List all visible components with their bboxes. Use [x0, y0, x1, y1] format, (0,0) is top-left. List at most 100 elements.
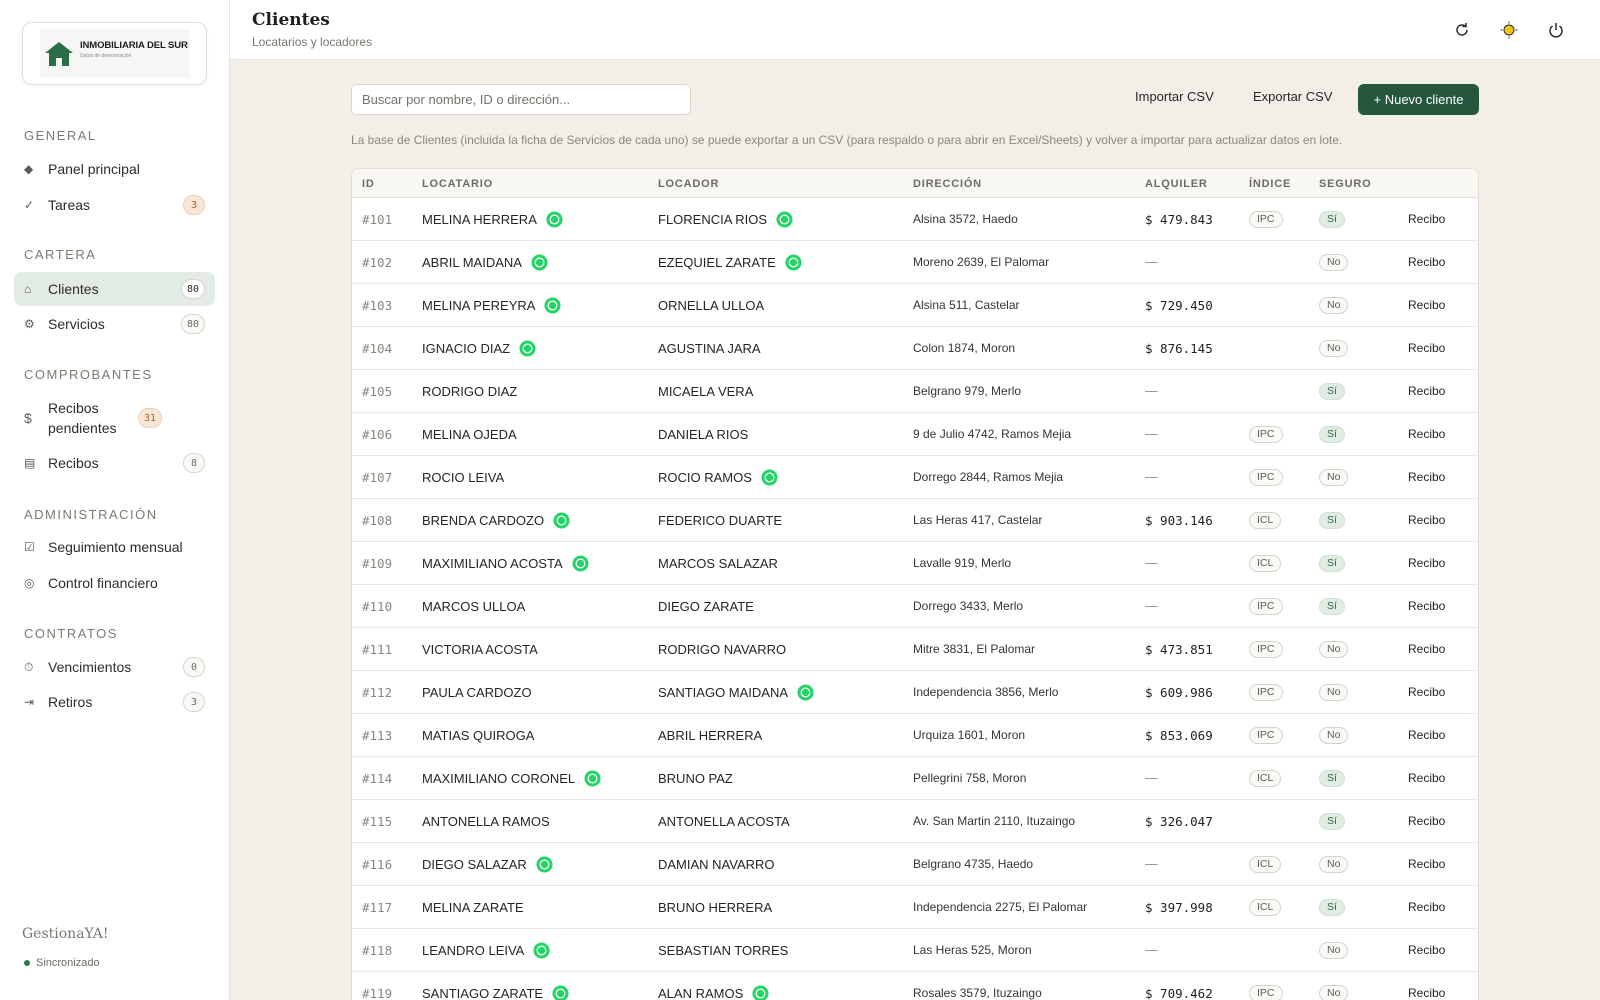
whatsapp-icon[interactable] — [536, 855, 553, 873]
sidebar-item-tareas[interactable]: ✓ Tareas 3 — [14, 188, 215, 222]
locador-cell[interactable]: ROCIO RAMOS — [658, 456, 778, 498]
locador-cell[interactable]: EZEQUIEL ZARATE — [658, 241, 802, 283]
table-row[interactable]: #115 ANTONELLA RAMOS ANTONELLA ACOSTA Av. S… — [352, 800, 1478, 843]
locador-cell[interactable]: AGUSTINA JARA — [658, 327, 761, 369]
whatsapp-icon[interactable] — [785, 253, 802, 271]
locatario-cell[interactable]: VICTORIA ACOSTA — [422, 628, 538, 670]
receipt-link[interactable]: Recibo — [1408, 499, 1445, 541]
receipt-link[interactable]: Recibo — [1408, 284, 1445, 326]
receipt-link[interactable]: Recibo — [1408, 241, 1445, 283]
locatario-cell[interactable]: LEANDRO LEIVA — [422, 929, 550, 971]
locador-cell[interactable]: SANTIAGO MAIDANA — [658, 671, 814, 713]
locatario-cell[interactable]: PAULA CARDOZO — [422, 671, 532, 713]
locatario-cell[interactable]: RODRIGO DIAZ — [422, 370, 517, 412]
locador-cell[interactable]: FLORENCIA RIOS — [658, 198, 793, 240]
export-csv-button[interactable]: Exportar CSV — [1253, 89, 1332, 104]
locador-cell[interactable]: DAMIAN NAVARRO — [658, 843, 775, 885]
column-header-alquiler[interactable]: ALQUILER — [1145, 178, 1208, 190]
search-input[interactable] — [351, 84, 691, 115]
table-row[interactable]: #102 ABRIL MAIDANA EZEQUIEL ZARATE Moreno 2… — [352, 241, 1478, 284]
whatsapp-icon[interactable] — [552, 984, 569, 1000]
import-csv-button[interactable]: Importar CSV — [1135, 89, 1214, 104]
locatario-cell[interactable]: SANTIAGO ZARATE — [422, 972, 569, 1000]
whatsapp-icon[interactable] — [572, 554, 589, 572]
whatsapp-icon[interactable] — [761, 468, 778, 486]
whatsapp-icon[interactable] — [752, 984, 769, 1000]
locatario-cell[interactable]: MELINA OJEDA — [422, 413, 517, 455]
locador-cell[interactable]: ABRIL HERRERA — [658, 714, 762, 756]
locador-cell[interactable]: RODRIGO NAVARRO — [658, 628, 786, 670]
receipt-link[interactable]: Recibo — [1408, 671, 1445, 713]
table-row[interactable]: #116 DIEGO SALAZAR DAMIAN NAVARRO Belgrano … — [352, 843, 1478, 886]
receipt-link[interactable]: Recibo — [1408, 585, 1445, 627]
table-row[interactable]: #113 MATIAS QUIROGA ABRIL HERRERA Urquiza 1… — [352, 714, 1478, 757]
receipt-link[interactable]: Recibo — [1408, 456, 1445, 498]
locador-cell[interactable]: DIEGO ZARATE — [658, 585, 754, 627]
receipt-link[interactable]: Recibo — [1408, 198, 1445, 240]
refresh-icon[interactable] — [1452, 20, 1472, 40]
new-client-button[interactable]: + Nuevo cliente — [1358, 84, 1479, 115]
sidebar-item-vencimientos[interactable]: ⏱ Vencimientos 0 — [14, 650, 215, 684]
whatsapp-icon[interactable] — [553, 511, 570, 529]
sidebar-item-clientes[interactable]: ⌂ Clientes 80 — [14, 272, 215, 306]
table-row[interactable]: #119 SANTIAGO ZARATE ALAN RAMOS Rosales 357… — [352, 972, 1478, 1000]
receipt-link[interactable]: Recibo — [1408, 714, 1445, 756]
table-row[interactable]: #106 MELINA OJEDA DANIELA RIOS 9 de Julio 4… — [352, 413, 1478, 456]
locatario-cell[interactable]: MELINA ZARATE — [422, 886, 524, 928]
locador-cell[interactable]: MARCOS SALAZAR — [658, 542, 778, 584]
receipt-link[interactable]: Recibo — [1408, 757, 1445, 799]
receipt-link[interactable]: Recibo — [1408, 886, 1445, 928]
sidebar-item-recibos[interactable]: ▤ Recibos 8 — [14, 446, 215, 480]
locador-cell[interactable]: MICAELA VERA — [658, 370, 753, 412]
column-header-locador[interactable]: LOCADOR — [658, 178, 719, 190]
locatario-cell[interactable]: MELINA PEREYRA — [422, 284, 561, 326]
locador-cell[interactable]: BRUNO HERRERA — [658, 886, 772, 928]
locatario-cell[interactable]: MARCOS ULLOA — [422, 585, 525, 627]
table-row[interactable]: #112 PAULA CARDOZO SANTIAGO MAIDANA Indepen… — [352, 671, 1478, 714]
sidebar-item-panel-principal[interactable]: ◆ Panel principal — [14, 152, 215, 186]
receipt-link[interactable]: Recibo — [1408, 327, 1445, 369]
locador-cell[interactable]: ALAN RAMOS — [658, 972, 769, 1000]
whatsapp-icon[interactable] — [544, 296, 561, 314]
locatario-cell[interactable]: MAXIMILIANO ACOSTA — [422, 542, 589, 584]
table-row[interactable]: #107 ROCIO LEIVA ROCIO RAMOS Dorrego 2844, … — [352, 456, 1478, 499]
locatario-cell[interactable]: ABRIL MAIDANA — [422, 241, 548, 283]
whatsapp-icon[interactable] — [531, 253, 548, 271]
table-row[interactable]: #103 MELINA PEREYRA ORNELLA ULLOA Alsina 51… — [352, 284, 1478, 327]
sidebar-item-recibos-pendientes[interactable]: $ Recibos pendientes 31 — [14, 396, 215, 440]
locatario-cell[interactable]: IGNACIO DIAZ — [422, 327, 536, 369]
locatario-cell[interactable]: ANTONELLA RAMOS — [422, 800, 550, 842]
column-header-locatario[interactable]: LOCATARIO — [422, 178, 493, 190]
locador-cell[interactable]: DANIELA RIOS — [658, 413, 748, 455]
receipt-link[interactable]: Recibo — [1408, 972, 1445, 1000]
table-row[interactable]: #110 MARCOS ULLOA DIEGO ZARATE Dorrego 3433… — [352, 585, 1478, 628]
column-header-direccion[interactable]: DIRECCIÓN — [913, 178, 982, 190]
power-icon[interactable] — [1546, 20, 1566, 40]
table-row[interactable]: #104 IGNACIO DIAZ AGUSTINA JARA Colon 1874,… — [352, 327, 1478, 370]
whatsapp-icon[interactable] — [546, 210, 563, 228]
sidebar-item-seguimiento-mensual[interactable]: ☑ Seguimiento mensual — [14, 530, 215, 564]
table-row[interactable]: #105 RODRIGO DIAZ MICAELA VERA Belgrano 979… — [352, 370, 1478, 413]
table-row[interactable]: #109 MAXIMILIANO ACOSTA MARCOS SALAZAR Lava… — [352, 542, 1478, 585]
table-row[interactable]: #117 MELINA ZARATE BRUNO HERRERA Independen… — [352, 886, 1478, 929]
locatario-cell[interactable]: MAXIMILIANO CORONEL — [422, 757, 601, 799]
locatario-cell[interactable]: DIEGO SALAZAR — [422, 843, 553, 885]
locatario-cell[interactable]: MELINA HERRERA — [422, 198, 563, 240]
locador-cell[interactable]: ORNELLA ULLOA — [658, 284, 764, 326]
locatario-cell[interactable]: ROCIO LEIVA — [422, 456, 504, 498]
sidebar-item-control-financiero[interactable]: ◎ Control financiero — [14, 566, 215, 600]
sun-icon[interactable] — [1499, 20, 1519, 40]
receipt-link[interactable]: Recibo — [1408, 413, 1445, 455]
table-row[interactable]: #111 VICTORIA ACOSTA RODRIGO NAVARRO Mitre … — [352, 628, 1478, 671]
table-row[interactable]: #114 MAXIMILIANO CORONEL BRUNO PAZ Pellegri… — [352, 757, 1478, 800]
company-logo[interactable]: INMOBILIARIA DEL SUR Datos de demostraci… — [22, 22, 207, 85]
receipt-link[interactable]: Recibo — [1408, 542, 1445, 584]
locador-cell[interactable]: BRUNO PAZ — [658, 757, 733, 799]
locador-cell[interactable]: ANTONELLA ACOSTA — [658, 800, 790, 842]
receipt-link[interactable]: Recibo — [1408, 628, 1445, 670]
whatsapp-icon[interactable] — [519, 339, 536, 357]
column-header-seguro[interactable]: SEGURO — [1319, 178, 1371, 190]
whatsapp-icon[interactable] — [533, 941, 550, 959]
receipt-link[interactable]: Recibo — [1408, 370, 1445, 412]
receipt-link[interactable]: Recibo — [1408, 929, 1445, 971]
